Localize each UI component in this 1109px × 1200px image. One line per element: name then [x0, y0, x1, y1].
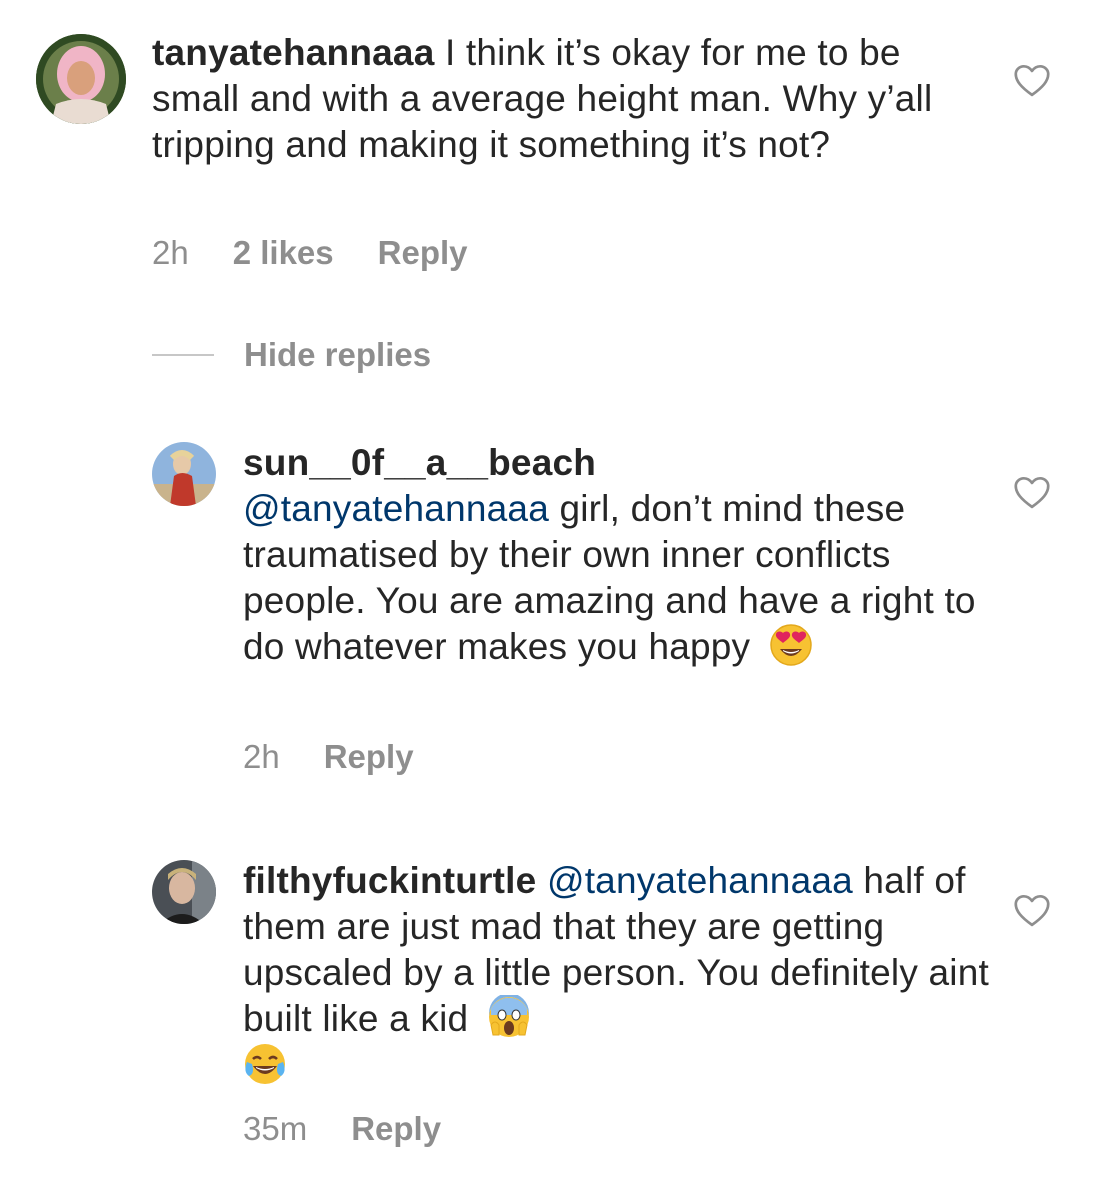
- hide-replies-button[interactable]: Hide replies: [152, 336, 431, 374]
- heart-outline-icon[interactable]: [1013, 476, 1051, 510]
- comment-time: 2h: [152, 234, 189, 271]
- screaming-face-emoji-icon: [488, 995, 529, 1038]
- divider: [152, 354, 214, 356]
- mention-link[interactable]: @tanyatehannaaa: [547, 860, 853, 901]
- reply-button[interactable]: Reply: [351, 1110, 441, 1148]
- avatar[interactable]: [152, 442, 216, 506]
- heart-outline-icon[interactable]: [1013, 64, 1051, 98]
- comment-username[interactable]: filthyfuckinturtle: [243, 860, 536, 901]
- reply-button[interactable]: Reply: [378, 234, 468, 272]
- tears-of-joy-emoji-icon: [245, 1044, 285, 1085]
- comment-time: 2h: [243, 738, 280, 775]
- heart-outline-icon[interactable]: [1013, 894, 1051, 928]
- heart-eyes-emoji-icon: [769, 624, 812, 666]
- mention-link[interactable]: @tanyatehannaaa: [243, 488, 549, 529]
- comment-time: 35m: [243, 1110, 308, 1147]
- reply-button[interactable]: Reply: [324, 738, 414, 776]
- comment-likes[interactable]: 2 likes: [233, 234, 334, 272]
- comment-username[interactable]: sun__0f__a__beach: [243, 442, 596, 483]
- comment-username[interactable]: tanyatehannaaa: [152, 32, 434, 73]
- hide-replies-label: Hide replies: [244, 336, 432, 373]
- avatar[interactable]: [36, 34, 126, 124]
- avatar[interactable]: [152, 860, 216, 924]
